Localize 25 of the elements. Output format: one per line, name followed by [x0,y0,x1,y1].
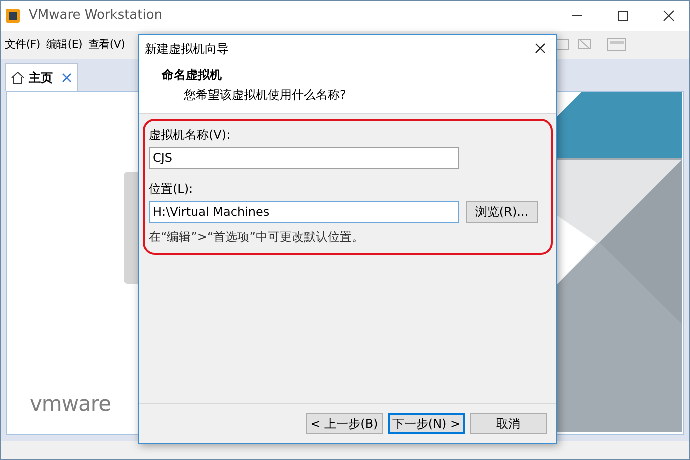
close-icon[interactable] [663,10,675,22]
tab-label: 主页 [29,70,53,86]
maximize-icon[interactable] [617,10,629,22]
field-label: 位置(L): [149,181,194,198]
vmware-logo: vmware [30,390,112,418]
window-title: VMware Workstation [29,7,163,26]
home-icon [11,70,25,84]
menu-item[interactable]: 编辑(E) [44,36,84,54]
menu-item[interactable]: 文件(F) [3,36,42,54]
menu-item[interactable]: 查看(V) [86,36,128,54]
wizard-subtitle: 您希望该虚拟机使用什么名称? [183,87,348,104]
cancel-button[interactable]: 取消 [470,413,547,434]
toolbar-icon[interactable] [555,37,571,53]
dialog-title: 新建虚拟机向导 [145,40,229,58]
wizard-heading: 命名虚拟机 [162,67,223,84]
app-icon [5,8,21,24]
home-tab[interactable]: 主页 [5,63,78,91]
close-icon[interactable] [535,43,546,54]
location-field[interactable]: H:\Virtual Machines [149,201,459,223]
name-field[interactable]: CJS [149,147,459,169]
back-button[interactable]: < 上一步(B) [306,413,383,434]
field-label: 虚拟机名称(V): [149,127,232,144]
browse-button[interactable]: 浏览(R)... [466,201,538,223]
next-button[interactable]: 下一步(N) > [388,413,465,434]
hint-text: 在“编辑”>“首选项”中可更改默认位置。 [149,229,365,246]
